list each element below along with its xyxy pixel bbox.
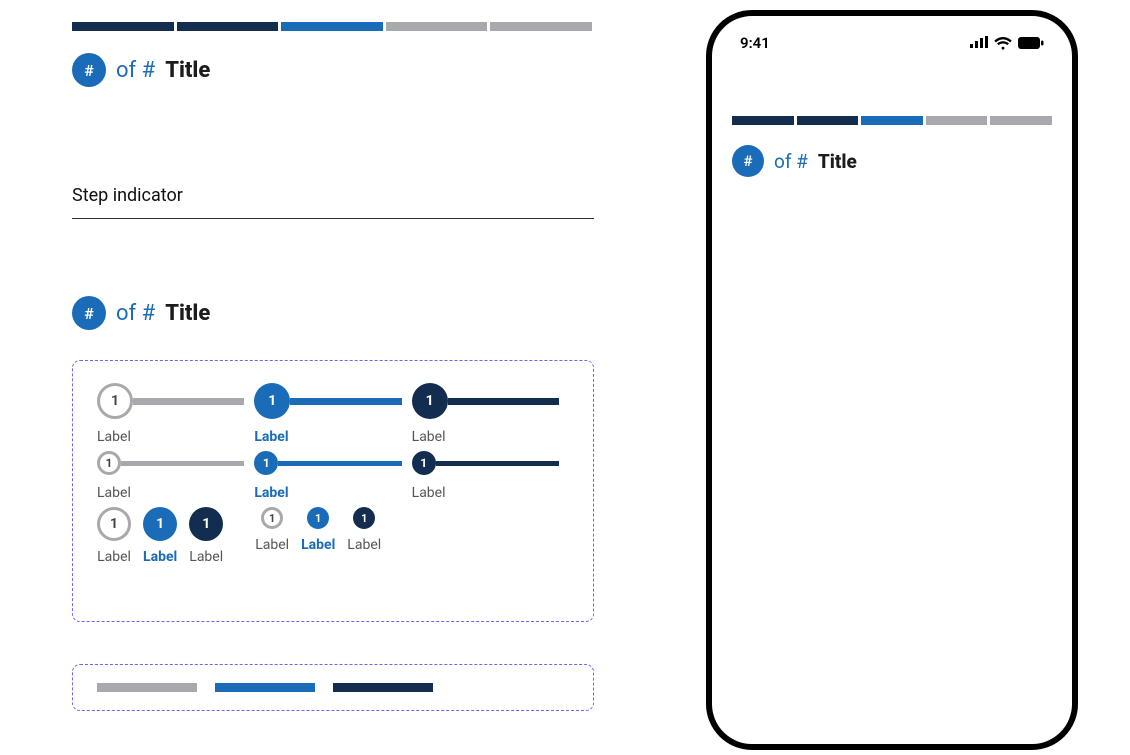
step-segment-5	[490, 22, 592, 31]
step-connector	[290, 398, 401, 405]
step-circle-only-row: 1 Label 1 Label 1 Label 1 Label 1 Label	[97, 507, 569, 565]
step-item-inactive[interactable]: 1 Label	[97, 507, 131, 565]
step-label: Label	[254, 429, 288, 445]
step-label: Label	[412, 429, 446, 445]
step-number-badge: #	[72, 53, 106, 87]
step-title: Title	[818, 150, 857, 173]
cellular-signal-icon	[970, 34, 988, 52]
step-item-current[interactable]: 1 Label	[254, 451, 411, 501]
step-item-inactive[interactable]: 1 Label	[97, 451, 254, 501]
step-circle-group-sm: 1 Label 1 Label 1 Label	[255, 507, 381, 565]
step-label: Label	[412, 485, 446, 501]
step-number-badge: #	[732, 145, 764, 177]
step-row-small: 1 Label 1 Label 1 Label	[97, 451, 569, 501]
phone-status-bar: 9:41	[712, 16, 1072, 70]
step-dot: 1	[412, 383, 448, 419]
step-item-current[interactable]: 1 Label	[301, 507, 335, 565]
step-of-label: of #	[116, 301, 155, 326]
step-segment-bar	[732, 70, 1052, 125]
step-segment-4	[926, 116, 988, 125]
step-connector	[436, 461, 559, 466]
step-dot: 1	[189, 507, 223, 541]
step-segment-5	[990, 116, 1052, 125]
step-label: Label	[97, 485, 131, 501]
step-item-current[interactable]: 1 Label	[254, 383, 411, 445]
step-connector	[133, 398, 244, 405]
step-item-complete[interactable]: 1 Label	[412, 383, 569, 445]
step-connector	[121, 461, 244, 466]
step-label: Label	[301, 537, 335, 553]
step-label: Label	[254, 485, 288, 501]
step-item-inactive[interactable]: 1 Label	[97, 383, 254, 445]
step-label: Label	[255, 537, 289, 553]
step-dot: 1	[254, 383, 290, 419]
step-segment-2	[797, 116, 859, 125]
step-dot: 1	[261, 507, 283, 529]
step-dot: 1	[412, 451, 436, 475]
phone-status-icons	[970, 34, 1044, 52]
step-circle-group-lg: 1 Label 1 Label 1 Label	[97, 507, 223, 565]
step-segment-bar	[72, 22, 592, 31]
step-dot: 1	[254, 451, 278, 475]
step-dot: 1	[97, 507, 131, 541]
wifi-icon	[994, 37, 1012, 50]
step-dot: 1	[143, 507, 177, 541]
step-segment-complete	[333, 683, 433, 692]
step-item-inactive[interactable]: 1 Label	[255, 507, 289, 565]
step-label: Label	[189, 549, 223, 565]
step-label: Label	[143, 549, 177, 565]
step-of-label: of #	[774, 150, 808, 173]
step-label: Label	[347, 537, 381, 553]
top-example: # of # Title	[72, 22, 592, 87]
step-indicator-variants-box: 1 Label 1 Label 1 Label 1 Label 1 Label …	[72, 360, 594, 622]
step-label: Label	[97, 549, 131, 565]
step-title: Title	[165, 58, 210, 83]
step-dot: 1	[353, 507, 375, 529]
step-item-current[interactable]: 1 Label	[143, 507, 177, 565]
battery-icon	[1018, 37, 1044, 49]
step-row-large: 1 Label 1 Label 1 Label	[97, 383, 569, 445]
phone-time: 9:41	[740, 34, 770, 52]
step-segment-3	[861, 116, 923, 125]
step-segment-3	[281, 22, 383, 31]
step-dot: 1	[307, 507, 329, 529]
phone-mockup: 9:41 # of # Title	[706, 10, 1078, 750]
step-segment-inactive	[97, 683, 197, 692]
step-title: Title	[165, 301, 210, 326]
step-connector	[448, 398, 559, 405]
section-heading: Step indicator	[72, 185, 594, 219]
phone-content: # of # Title	[712, 70, 1072, 177]
step-of-label: of #	[116, 58, 155, 83]
step-segment-1	[72, 22, 174, 31]
step-item-complete[interactable]: 1 Label	[412, 451, 569, 501]
step-segment-1	[732, 116, 794, 125]
step-title-row: # of # Title	[732, 145, 1052, 177]
step-segment-2	[177, 22, 279, 31]
step-number-badge: #	[72, 296, 106, 330]
step-connector	[278, 461, 401, 466]
step-title-row: # of # Title	[72, 53, 592, 87]
step-segment-current	[215, 683, 315, 692]
step-item-complete[interactable]: 1 Label	[347, 507, 381, 565]
step-dot: 1	[97, 383, 133, 419]
step-segment-variants-box	[72, 664, 594, 711]
step-dot: 1	[97, 451, 121, 475]
step-label: Label	[97, 429, 131, 445]
step-title-row-variant: # of # Title	[72, 296, 210, 330]
step-item-complete[interactable]: 1 Label	[189, 507, 223, 565]
step-segment-4	[386, 22, 488, 31]
